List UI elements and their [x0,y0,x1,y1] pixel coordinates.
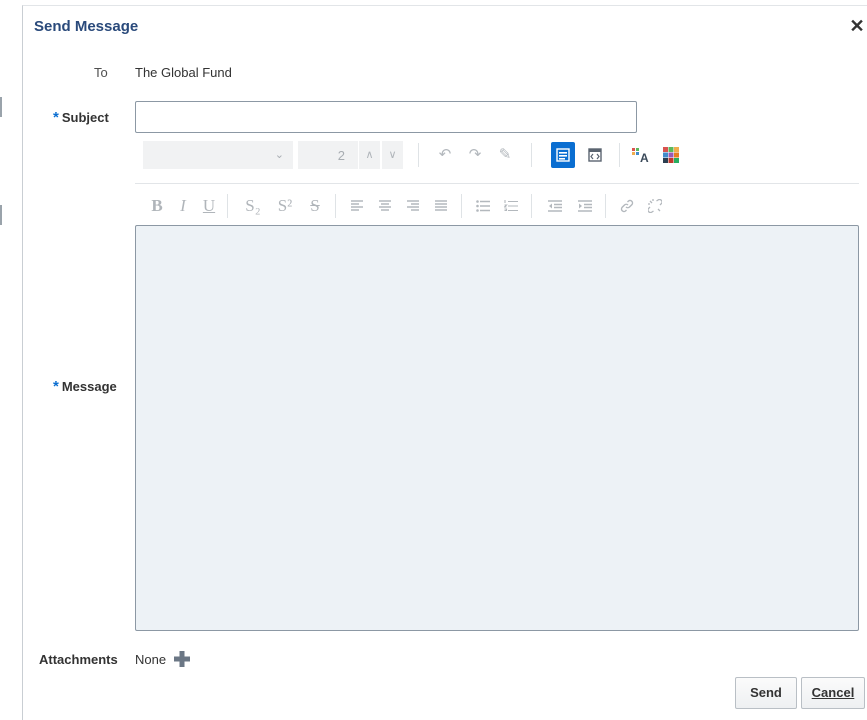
subscript-button[interactable]: S₂ [239,193,267,219]
toolbar-divider [418,143,419,167]
toolbar-divider [335,194,336,218]
italic-button[interactable]: I [171,193,195,219]
dialog-title: Send Message [34,18,139,35]
send-message-dialog: Send Message ✕ To The Global Fund * Subje… [22,5,867,720]
align-left-icon[interactable] [345,193,369,219]
font-size-down-button[interactable]: ∨ [381,141,403,169]
strikethrough-button[interactable]: S [303,193,327,219]
svg-text:A: A [640,151,649,163]
underline-button[interactable]: U [197,193,221,219]
bulleted-list-icon[interactable] [471,193,495,219]
source-mode-icon[interactable] [583,142,607,168]
toolbar-divider [461,194,462,218]
toolbar-divider [531,194,532,218]
align-right-icon[interactable] [401,193,425,219]
font-size-value: 2 [337,148,345,163]
window-edge-mark [0,205,2,225]
message-label-text: Message [61,379,117,394]
to-label: To [94,65,108,80]
add-attachment-icon[interactable] [173,650,191,668]
chevron-down-icon: ⌄ [274,149,284,161]
text-color-icon[interactable]: A [629,142,653,168]
subject-label: * Subject [53,109,109,126]
attachments-label: Attachments [39,652,118,667]
attachments-value: None [135,652,167,667]
background-color-icon[interactable] [659,142,683,168]
toolbar-divider [227,194,228,218]
clear-format-icon[interactable]: ✎ [493,142,517,168]
message-label: * Message [53,378,117,395]
bold-button[interactable]: B [145,193,169,219]
link-icon[interactable] [615,193,639,219]
outdent-icon[interactable] [543,193,567,219]
toolbar-divider-line [135,183,859,184]
editor-toolbar-row-2: B I U S₂ S² S [135,190,859,222]
message-editor[interactable] [135,225,859,631]
required-indicator: * [53,378,59,395]
rich-text-mode-icon[interactable] [551,142,575,168]
subject-input[interactable] [135,101,637,133]
toolbar-divider [531,143,532,167]
toolbar-divider [605,194,606,218]
toolbar-divider [619,143,620,167]
close-icon[interactable]: ✕ [849,17,865,35]
numbered-list-icon[interactable] [499,193,523,219]
superscript-button[interactable]: S² [271,193,299,219]
window-edge-mark [0,97,2,117]
unlink-icon[interactable] [643,193,667,219]
indent-icon[interactable] [573,193,597,219]
align-justify-icon[interactable] [429,193,453,219]
send-button[interactable]: Send [735,677,797,709]
font-family-select[interactable]: ⌄ [143,141,293,169]
redo-icon[interactable]: ↷ [463,142,487,168]
subject-label-text: Subject [61,110,109,125]
required-indicator: * [53,109,59,126]
recipient-value: The Global Fund [135,65,232,80]
font-size-select[interactable]: 2 [298,141,358,169]
align-center-icon[interactable] [373,193,397,219]
font-size-up-button[interactable]: ∧ [358,141,380,169]
undo-icon[interactable]: ↶ [433,142,457,168]
cancel-button[interactable]: Cancel [801,677,865,709]
editor-toolbar-row-1: ⌄ 2 ∧ ∨ ↶ ↷ ✎ A [135,139,859,171]
